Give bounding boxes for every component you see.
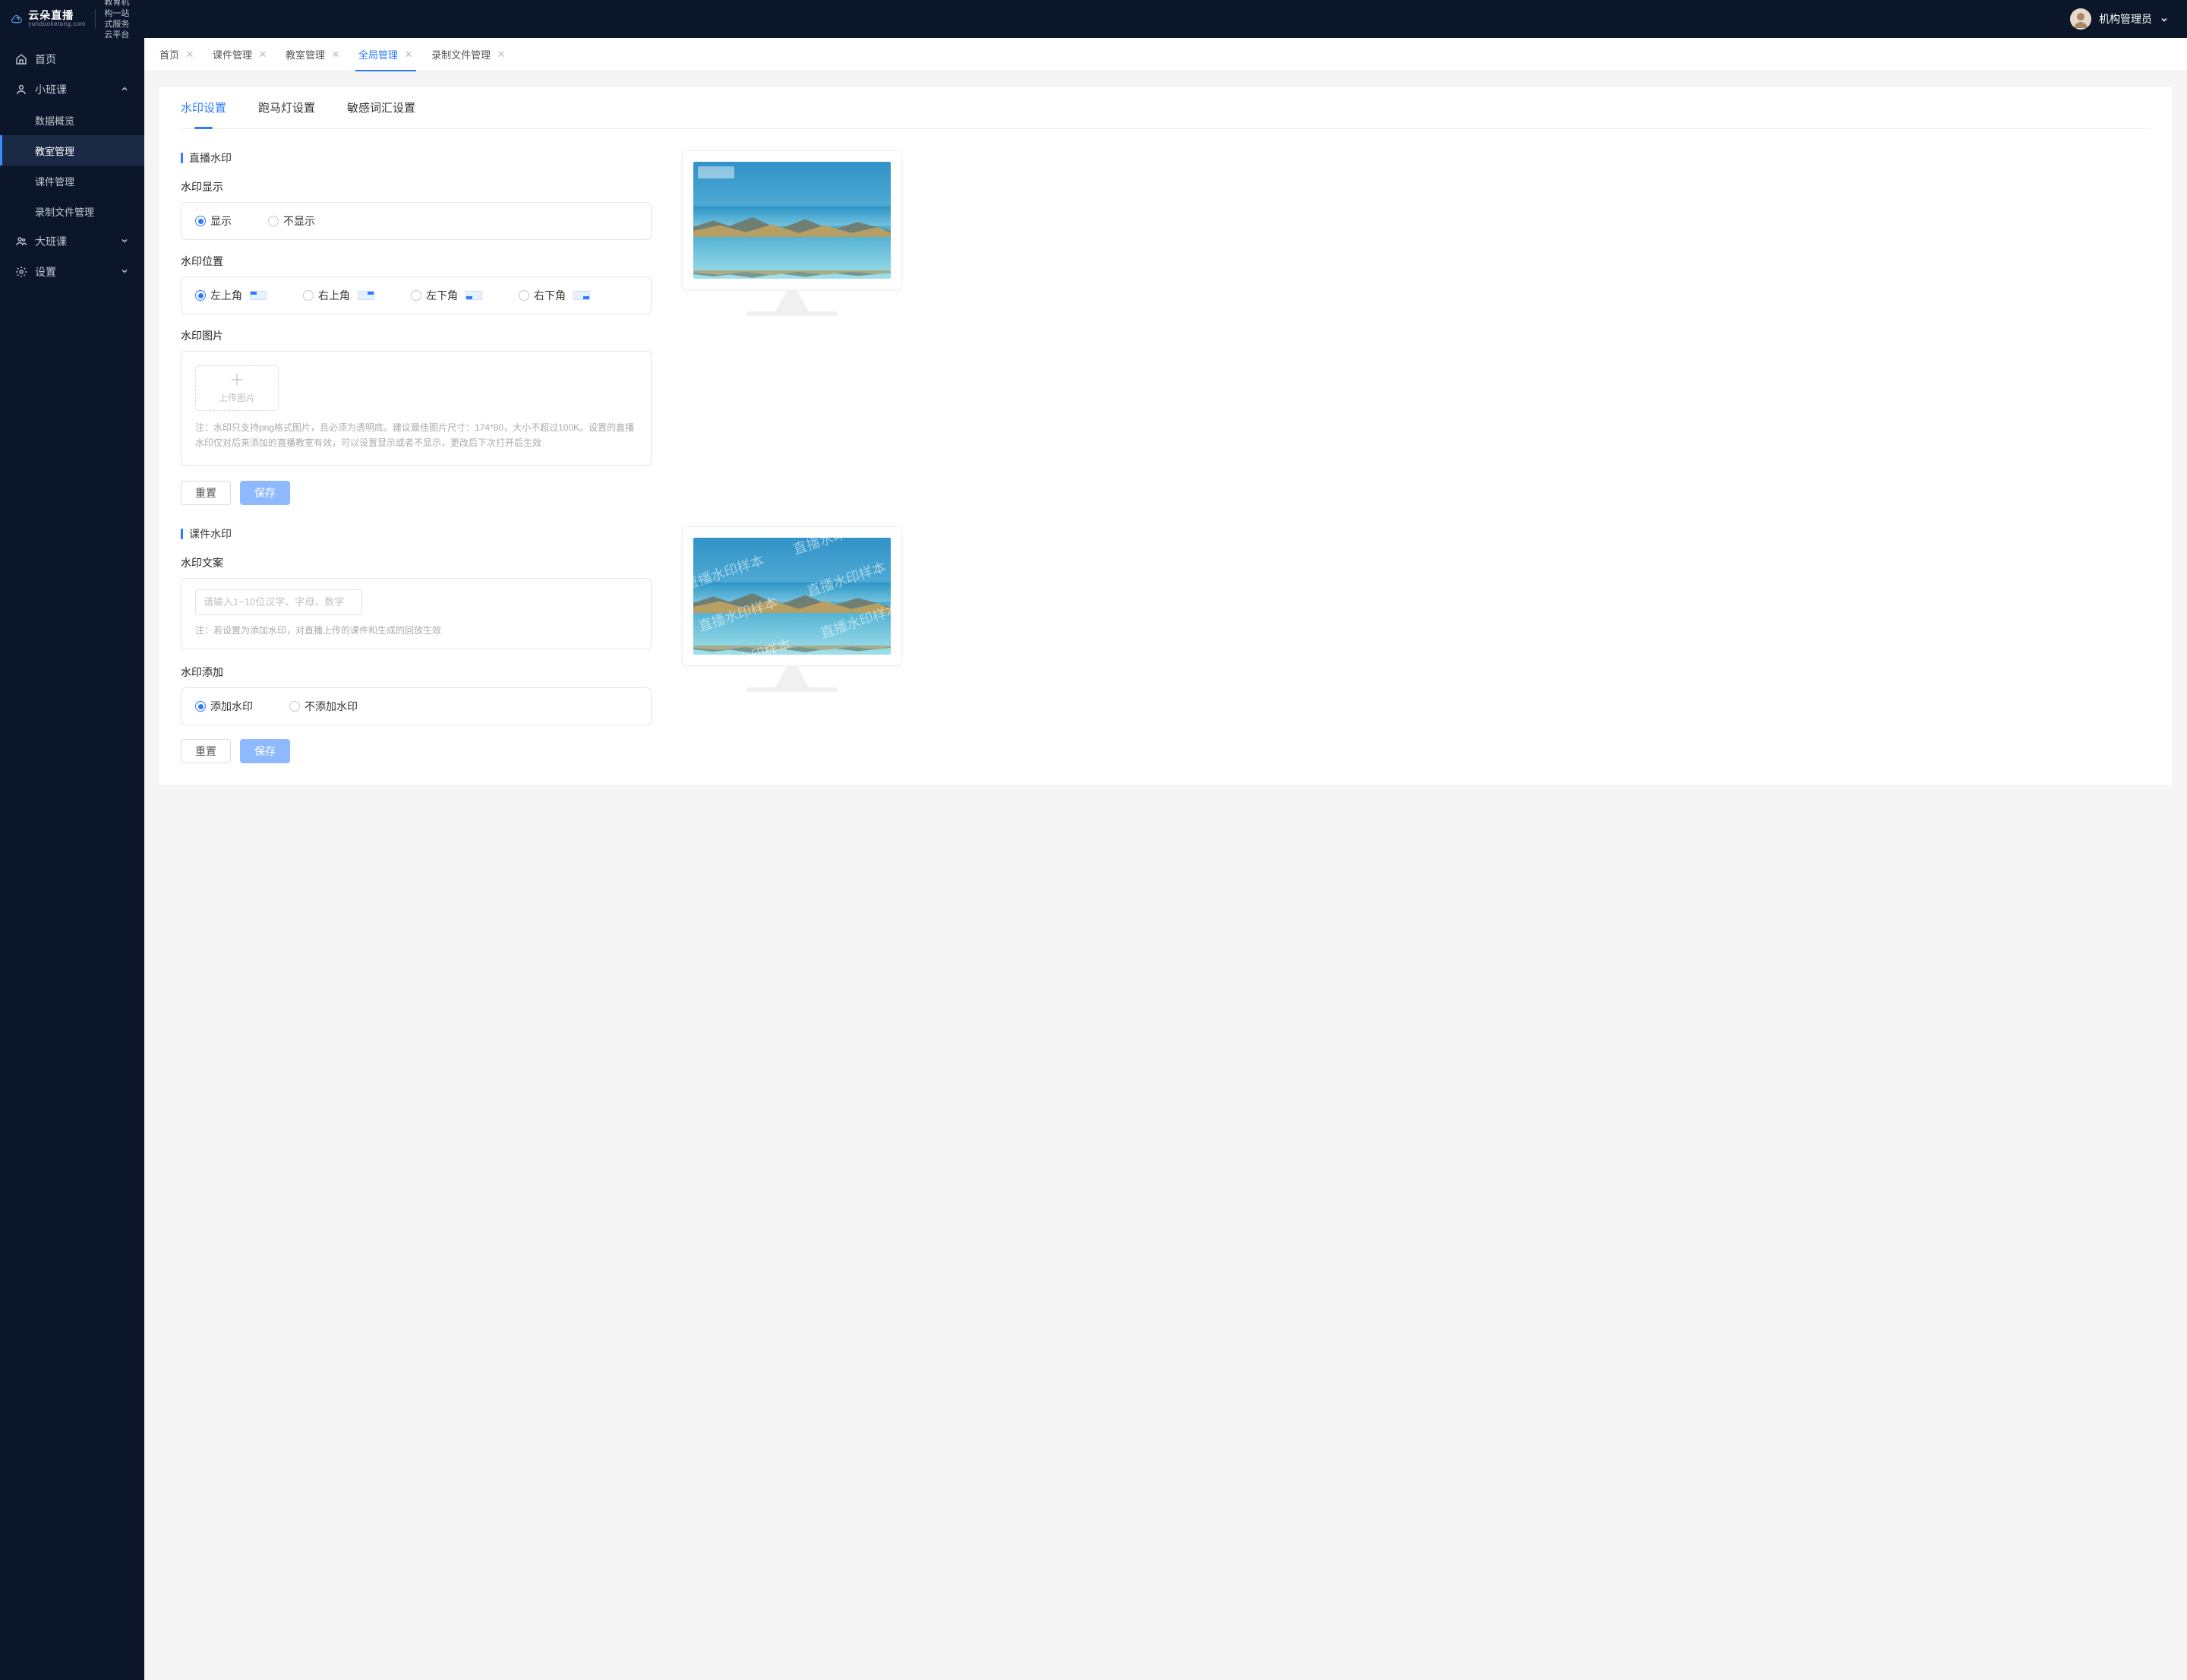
sidebar-item-courseware[interactable]: 课件管理 bbox=[0, 166, 144, 196]
save-button-courseware[interactable]: 保存 bbox=[240, 739, 290, 763]
sidebar-item-label: 数据概览 bbox=[35, 113, 74, 128]
save-button-live[interactable]: 保存 bbox=[240, 481, 290, 505]
pos-preview-icon bbox=[358, 291, 374, 300]
chevron-down-icon bbox=[120, 235, 129, 248]
pos-preview-icon bbox=[465, 291, 482, 300]
pos-preview-icon bbox=[573, 291, 590, 300]
tab-classroom[interactable]: 教室管理✕ bbox=[276, 38, 349, 71]
gear-icon bbox=[15, 266, 27, 278]
sidebar-item-label: 设置 bbox=[35, 264, 56, 279]
radio-display-hide[interactable]: 不显示 bbox=[268, 213, 315, 229]
close-icon[interactable]: ✕ bbox=[185, 50, 194, 59]
close-icon[interactable]: ✕ bbox=[258, 50, 267, 59]
tabs-bar: 首页✕ 课件管理✕ 教室管理✕ 全局管理✕ 录制文件管理✕ bbox=[144, 38, 2187, 71]
radio-pos-bl[interactable]: 左下角 bbox=[411, 288, 482, 303]
section-title-live: 直播水印 bbox=[181, 150, 652, 166]
avatar bbox=[2070, 8, 2091, 30]
preview-monitor-live bbox=[682, 150, 902, 316]
sidebar-item-label: 小班课 bbox=[35, 82, 67, 97]
class-icon bbox=[15, 84, 27, 96]
tab-courseware[interactable]: 课件管理✕ bbox=[204, 38, 276, 71]
sidebar-item-big-class[interactable]: 大班课 bbox=[0, 226, 144, 257]
upload-image-button[interactable]: ＋ 上传图片 bbox=[195, 365, 279, 411]
user-menu[interactable]: 机构管理员 bbox=[2070, 8, 2169, 30]
inner-tab-marquee[interactable]: 跑马灯设置 bbox=[258, 87, 315, 128]
inner-tab-watermark[interactable]: 水印设置 bbox=[181, 87, 226, 128]
tab-recordings[interactable]: 录制文件管理✕ bbox=[422, 38, 515, 71]
sidebar-item-label: 首页 bbox=[35, 52, 56, 67]
chevron-down-icon bbox=[120, 266, 129, 278]
tab-global[interactable]: 全局管理✕ bbox=[349, 38, 422, 71]
watermark-text-input[interactable] bbox=[195, 589, 362, 615]
plus-icon: ＋ bbox=[229, 373, 245, 388]
sidebar-item-label: 教室管理 bbox=[35, 144, 74, 158]
section-title-courseware: 课件水印 bbox=[181, 526, 652, 542]
brand-logo: 云朵直播 yunduoketang.com 教育机构一站 式服务云平台 bbox=[0, 0, 144, 38]
class-big-icon bbox=[15, 235, 27, 248]
close-icon[interactable]: ✕ bbox=[404, 50, 413, 59]
tab-home[interactable]: 首页✕ bbox=[150, 38, 204, 71]
sidebar-item-small-class[interactable]: 小班课 bbox=[0, 74, 144, 105]
pos-preview-icon bbox=[250, 291, 267, 300]
sidebar-item-recordings[interactable]: 录制文件管理 bbox=[0, 196, 144, 226]
sidebar-item-label: 大班课 bbox=[35, 234, 67, 249]
user-name: 机构管理员 bbox=[2099, 11, 2152, 27]
close-icon[interactable]: ✕ bbox=[331, 50, 340, 59]
upload-note: 注：水印只支持png格式图片，且必须为透明底。建议最佳图片尺寸：174*80，大… bbox=[195, 420, 637, 451]
reset-button-courseware[interactable]: 重置 bbox=[181, 739, 231, 763]
logo-mark-icon bbox=[11, 9, 22, 29]
radio-pos-tl[interactable]: 左上角 bbox=[195, 288, 267, 303]
sidebar-item-home[interactable]: 首页 bbox=[0, 44, 144, 74]
preview-monitor-courseware: 直播水印样本 直播水印样本 直播水印样本 直播水印样本 直播水印样本 直播水印样… bbox=[682, 526, 902, 692]
home-icon bbox=[15, 53, 27, 65]
field-label-position: 水印位置 bbox=[181, 254, 652, 269]
close-icon[interactable]: ✕ bbox=[497, 50, 506, 59]
field-label-image: 水印图片 bbox=[181, 328, 652, 343]
field-label-text: 水印文案 bbox=[181, 555, 652, 570]
sidebar-item-label: 课件管理 bbox=[35, 174, 74, 188]
chevron-down-icon bbox=[2160, 14, 2169, 24]
sidebar-item-label: 录制文件管理 bbox=[35, 204, 94, 219]
radio-pos-tr[interactable]: 右上角 bbox=[303, 288, 374, 303]
inner-tab-sensitive[interactable]: 敏感词汇设置 bbox=[347, 87, 415, 128]
field-label-display: 水印显示 bbox=[181, 179, 652, 194]
sidebar-item-overview[interactable]: 数据概览 bbox=[0, 105, 144, 135]
watermark-chip-preview bbox=[698, 166, 734, 178]
radio-pos-br[interactable]: 右下角 bbox=[519, 288, 590, 303]
text-note: 注：若设置为添加水印，对直播上传的课件和生成的回放生效 bbox=[195, 623, 637, 638]
radio-display-show[interactable]: 显示 bbox=[195, 213, 232, 229]
reset-button-live[interactable]: 重置 bbox=[181, 481, 231, 505]
sidebar-item-classroom[interactable]: 教室管理 bbox=[0, 135, 144, 166]
chevron-up-icon bbox=[120, 84, 129, 96]
sidebar-item-settings[interactable]: 设置 bbox=[0, 257, 144, 287]
radio-add-no[interactable]: 不添加水印 bbox=[289, 699, 358, 714]
field-label-add: 水印添加 bbox=[181, 665, 652, 680]
radio-add-yes[interactable]: 添加水印 bbox=[195, 699, 253, 714]
